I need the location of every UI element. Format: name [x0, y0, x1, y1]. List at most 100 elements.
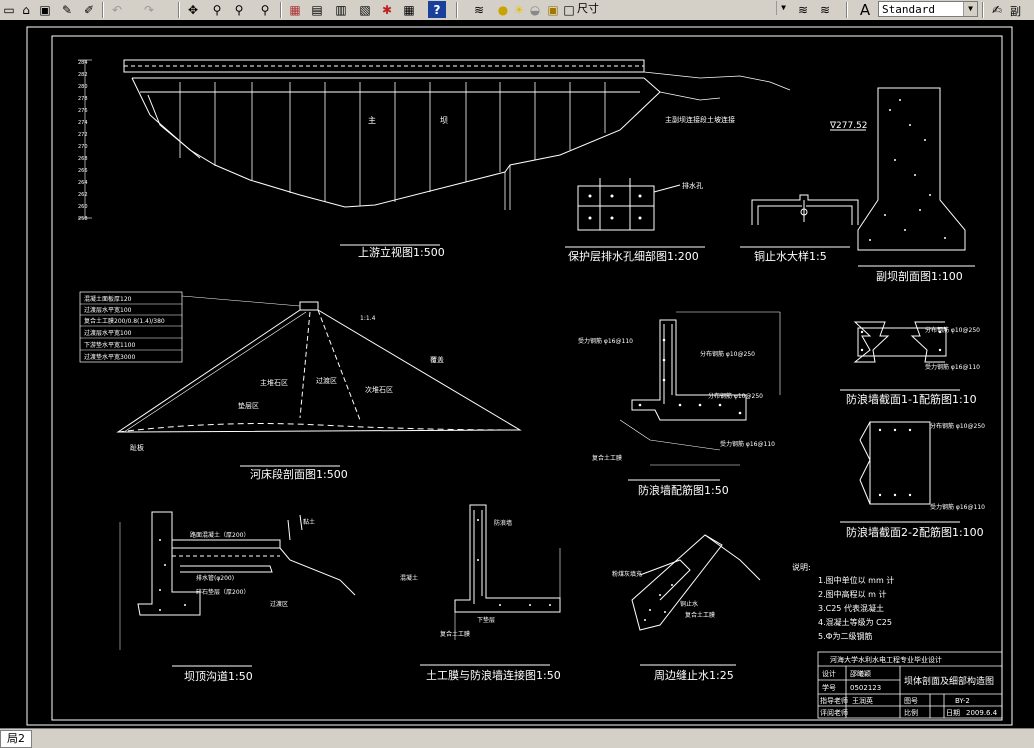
- design-center-icon[interactable]: ▤: [308, 1, 326, 18]
- dim-label: 尺寸: [577, 2, 599, 15]
- waterstop-fill-label: 粉煤灰填充: [612, 570, 642, 578]
- text-style-combo[interactable]: Standard ▼: [878, 1, 978, 17]
- rebar-dist-label-2: 分布钢筋 φ10@250: [708, 392, 763, 400]
- status-bar: 局2: [0, 728, 1034, 748]
- junction-label: 主副坝连接段土坡连接: [665, 115, 735, 124]
- membrane-connection-title: 土工膜与防浪墙连接图1:50: [426, 668, 561, 682]
- calculator-icon[interactable]: ▦: [400, 1, 418, 18]
- svg-text:5.Ф为二级钢筋: 5.Ф为二级钢筋: [818, 631, 873, 641]
- zoom-realtime-icon[interactable]: ⚲: [208, 1, 226, 18]
- slope-label: 1:1.4: [360, 315, 376, 322]
- drawing-name-text: 坝体剖面及细部构造图: [904, 675, 994, 687]
- svg-text:280: 280: [78, 84, 88, 90]
- title-block: 河海大学水利水电工程专业毕业设计 坝体剖面及细部构造图 设计 邵曦颖 学号 05…: [817, 651, 1003, 719]
- sec2-dist-label: 分布钢筋 φ10@250: [930, 422, 985, 430]
- svg-text:278: 278: [78, 96, 88, 102]
- riverbed-section: 混凝土面板厚120 过渡层水平宽100 复合土工膜200/0.8(1.4)/38…: [79, 291, 522, 481]
- lower-cushion-label: 下垫层: [477, 616, 495, 624]
- dim-tool-icon[interactable]: ✍: [988, 1, 1006, 18]
- svg-text:262: 262: [78, 192, 88, 198]
- institution-text: 河海大学水利水电工程专业毕业设计: [830, 655, 942, 664]
- pan-icon[interactable]: ✥: [184, 1, 202, 18]
- upstream-elevation-view: 284 282 280 278 276 274 272 270 268 266 264 262 2…: [78, 59, 791, 259]
- secondary-rock-label: 次堆石区: [365, 385, 393, 394]
- side-dam-section: ∇277.52 副坝剖面图1:100: [829, 87, 975, 283]
- new-icon[interactable]: ▭: [0, 1, 18, 18]
- ditch-clay-label: 黏土: [303, 518, 315, 526]
- svg-text:学号: 学号: [822, 683, 836, 692]
- svg-text:3.C25 代表混凝土: 3.C25 代表混凝土: [818, 603, 884, 613]
- flood-wall-section-2: 分布钢筋 φ10@250 受力钢筋 φ16@110 防浪墙截面2-2配筋图1:1…: [840, 421, 985, 539]
- chevron-down-icon[interactable]: ▼: [963, 2, 977, 16]
- waterstop-detail: 铜止水大样1:5: [740, 194, 859, 263]
- svg-text:比例: 比例: [904, 708, 918, 717]
- face-slab-label: 铜止水: [680, 600, 698, 608]
- svg-text:过渡层水平宽100: 过渡层水平宽100: [84, 306, 132, 314]
- crest-ditch-title: 坝顶沟道1:50: [184, 669, 253, 683]
- svg-text:2.图中高程以 m 计: 2.图中高程以 m 计: [818, 589, 887, 599]
- svg-text:BY-2: BY-2: [955, 697, 970, 705]
- text-style-a-icon[interactable]: A: [856, 1, 874, 19]
- sheet-set-icon[interactable]: ▧: [356, 1, 374, 18]
- svg-text:图号: 图号: [904, 697, 918, 705]
- flood-wall-label: 防浪墙: [494, 519, 512, 527]
- svg-text:266: 266: [78, 168, 88, 174]
- text-style-icon[interactable]: ≋: [794, 1, 812, 18]
- toe-label: 趾板: [130, 443, 144, 452]
- layer-combo[interactable]: 尺寸 ▼: [574, 1, 790, 17]
- svg-text:指导老师: 指导老师: [820, 696, 848, 705]
- markup-icon[interactable]: ✱: [378, 1, 396, 18]
- transition-label: 过渡区: [316, 376, 337, 385]
- svg-text:过渡垫水平宽3000: 过渡垫水平宽3000: [84, 353, 135, 361]
- text-style-value: Standard: [882, 3, 935, 16]
- sec2-force-label: 受力钢筋 φ16@110: [930, 503, 985, 511]
- svg-text:270: 270: [78, 144, 88, 150]
- redo-icon[interactable]: ↷: [140, 1, 158, 18]
- rebar-force-label-2: 受力钢筋 φ16@110: [720, 440, 775, 448]
- svg-text:276: 276: [78, 108, 88, 114]
- properties-icon[interactable]: ▦: [286, 1, 304, 18]
- svg-text:下游垫水平宽1100: 下游垫水平宽1100: [84, 341, 135, 349]
- notes-heading: 说明:: [792, 562, 811, 572]
- tool-palette-icon[interactable]: ▥: [332, 1, 350, 18]
- riverbed-section-title: 河床段剖面图1:500: [250, 467, 348, 481]
- ditch-gravel-label: 碎石垫层（厚200）: [196, 588, 249, 596]
- side-section-title: 副坝剖面图1:100: [876, 269, 963, 283]
- drawing-canvas[interactable]: 284 282 280 278 276 274 272 270 268 266 264 262 2…: [0, 20, 1034, 728]
- sec1-force-label: 受力钢筋 φ16@110: [925, 363, 980, 371]
- svg-text:1.图中单位以 mm 计: 1.图中单位以 mm 计: [818, 575, 894, 585]
- svg-text:284: 284: [78, 60, 88, 66]
- flood-wall-rebar: 受力钢筋 φ16@110 分布钢筋 φ10@250 分布钢筋 φ10@250 受…: [578, 311, 781, 497]
- rebar-dist-label: 分布钢筋 φ10@250: [700, 350, 755, 358]
- perimeter-waterstop-title: 周边缝止水1:25: [654, 668, 734, 682]
- help-icon[interactable]: ?: [428, 1, 446, 18]
- svg-text:4.混凝土等级为 C25: 4.混凝土等级为 C25: [818, 617, 892, 627]
- upstream-elevation-title: 上游立视图1:500: [358, 245, 445, 259]
- drain-hole-detail: 排水孔 保护层排水孔细部图1:200: [565, 178, 705, 263]
- undo-icon[interactable]: ↶: [108, 1, 126, 18]
- lock-icon[interactable]: ◒: [526, 1, 544, 18]
- svg-text:邵曦颖: 邵曦颖: [850, 669, 871, 678]
- dim-style-icon[interactable]: ≋: [816, 1, 834, 18]
- layout-tab[interactable]: 局2: [0, 730, 32, 748]
- svg-text:日期: 日期: [946, 709, 960, 717]
- drain-hole-title: 保护层排水孔细部图1:200: [568, 249, 699, 263]
- layer-icon[interactable]: ≋: [470, 1, 488, 18]
- svg-text:设计: 设计: [822, 669, 836, 678]
- zoom-previous-icon[interactable]: ⚲: [256, 1, 274, 18]
- concrete-label: 混凝土: [400, 574, 418, 582]
- zoom-window-icon[interactable]: ⚲: [230, 1, 248, 18]
- open-icon[interactable]: ⌂: [17, 1, 35, 18]
- svg-text:272: 272: [78, 132, 88, 138]
- cushion-label: 垫层区: [238, 401, 259, 410]
- pavement-label: 路面混凝土（厚200）: [190, 531, 249, 539]
- save-icon[interactable]: ▣: [36, 1, 54, 18]
- membrane-connection-detail: 防浪墙 混凝土 下垫层 复合土工膜 土工膜与防浪墙连接图1:50: [400, 504, 561, 682]
- pen-icon[interactable]: ✎: [58, 1, 76, 18]
- main-rock-label: 主堆石区: [260, 378, 288, 387]
- pencil-icon[interactable]: ✐: [80, 1, 98, 18]
- chevron-down-icon[interactable]: ▼: [776, 1, 790, 15]
- composite-geo2-label: 复合土工膜: [685, 611, 715, 619]
- sec1-dist-label: 分布钢筋 φ10@250: [925, 326, 980, 334]
- svg-text:258: 258: [78, 216, 88, 222]
